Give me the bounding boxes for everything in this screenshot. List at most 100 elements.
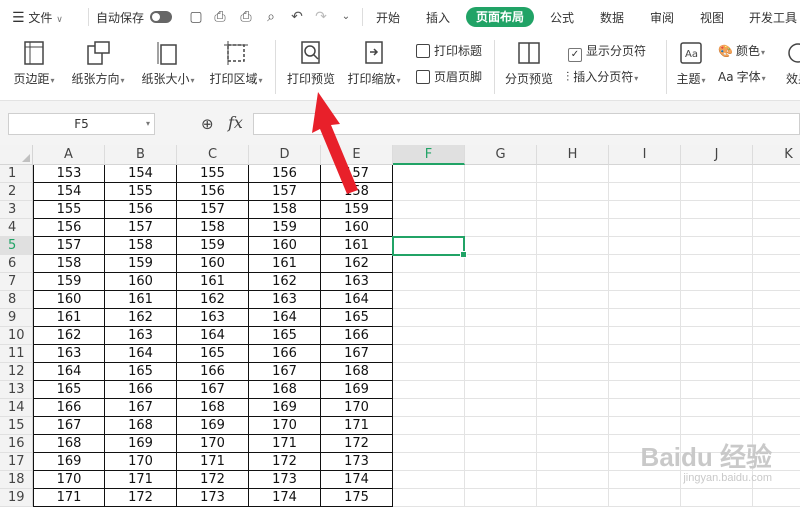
column-header[interactable]: G (465, 145, 537, 165)
table-cell[interactable] (465, 237, 537, 255)
table-cell[interactable] (753, 309, 800, 327)
table-cell[interactable]: 169 (321, 381, 393, 399)
table-cell[interactable] (753, 489, 800, 507)
table-cell[interactable] (465, 345, 537, 363)
table-cell[interactable]: 167 (321, 345, 393, 363)
save-icon[interactable]: ▢ (188, 9, 204, 25)
table-cell[interactable]: 164 (321, 291, 393, 309)
table-cell[interactable]: 164 (105, 345, 177, 363)
tab-view[interactable]: 视图 (700, 9, 724, 26)
table-cell[interactable] (681, 165, 753, 183)
autosave-toggle[interactable] (150, 11, 172, 23)
table-cell[interactable]: 169 (177, 417, 249, 435)
print-icon[interactable]: ⎙ (238, 9, 254, 25)
table-cell[interactable] (753, 201, 800, 219)
table-cell[interactable]: 157 (33, 237, 105, 255)
table-cell[interactable]: 160 (177, 255, 249, 273)
table-cell[interactable]: 171 (33, 489, 105, 507)
table-cell[interactable] (609, 219, 681, 237)
column-header[interactable]: J (681, 145, 753, 165)
table-cell[interactable] (537, 435, 609, 453)
table-cell[interactable]: 163 (177, 309, 249, 327)
row-header[interactable]: 3 (0, 201, 33, 219)
table-cell[interactable] (465, 201, 537, 219)
zoom-icon[interactable]: ⊕ (201, 115, 214, 133)
table-cell[interactable]: 166 (321, 327, 393, 345)
table-cell[interactable]: 155 (105, 183, 177, 201)
table-cell[interactable] (609, 201, 681, 219)
row-header[interactable]: 10 (0, 327, 33, 345)
table-cell[interactable] (753, 381, 800, 399)
table-cell[interactable] (609, 399, 681, 417)
table-cell[interactable]: 174 (249, 489, 321, 507)
table-cell[interactable]: 175 (321, 489, 393, 507)
table-cell[interactable] (681, 345, 753, 363)
table-cell[interactable] (537, 291, 609, 309)
table-cell[interactable] (609, 255, 681, 273)
column-header[interactable]: B (105, 145, 177, 165)
table-cell[interactable]: 155 (33, 201, 105, 219)
table-cell[interactable] (681, 255, 753, 273)
row-header[interactable]: 14 (0, 399, 33, 417)
table-cell[interactable]: 164 (177, 327, 249, 345)
table-cell[interactable]: 171 (321, 417, 393, 435)
table-cell[interactable]: 173 (249, 471, 321, 489)
table-cell[interactable]: 174 (321, 471, 393, 489)
table-cell[interactable]: 168 (33, 435, 105, 453)
table-cell[interactable]: 172 (321, 435, 393, 453)
table-cell[interactable]: 153 (33, 165, 105, 183)
table-cell[interactable] (681, 291, 753, 309)
table-cell[interactable] (465, 399, 537, 417)
table-cell[interactable] (537, 183, 609, 201)
show-page-breaks-checkbox[interactable]: ✓ 显示分页符 (568, 42, 646, 62)
table-cell[interactable]: 159 (33, 273, 105, 291)
print-area-button[interactable]: 打印区域▾ (204, 40, 268, 87)
table-cell[interactable] (753, 183, 800, 201)
page-break-preview-button[interactable]: 分页预览 (500, 40, 558, 87)
table-cell[interactable] (609, 291, 681, 309)
tab-home[interactable]: 开始 (376, 9, 400, 26)
table-cell[interactable] (393, 471, 465, 489)
table-cell[interactable] (465, 291, 537, 309)
undo-icon[interactable]: ↶ (289, 9, 305, 25)
print-preview-quick-icon[interactable]: ⌕ (263, 9, 279, 25)
table-cell[interactable]: 170 (321, 399, 393, 417)
table-cell[interactable] (681, 363, 753, 381)
row-header[interactable]: 8 (0, 291, 33, 309)
table-cell[interactable] (681, 327, 753, 345)
print-titles-button[interactable]: 打印标题 (416, 42, 482, 59)
table-cell[interactable] (609, 309, 681, 327)
table-cell[interactable] (393, 327, 465, 345)
table-cell[interactable] (681, 237, 753, 255)
table-cell[interactable]: 166 (249, 345, 321, 363)
table-cell[interactable] (537, 399, 609, 417)
table-cell[interactable]: 158 (177, 219, 249, 237)
table-cell[interactable] (537, 201, 609, 219)
header-footer-button[interactable]: 页眉页脚 (416, 68, 482, 85)
table-cell[interactable] (681, 183, 753, 201)
table-cell[interactable] (393, 453, 465, 471)
table-cell[interactable] (609, 183, 681, 201)
table-cell[interactable]: 156 (33, 219, 105, 237)
row-header[interactable]: 6 (0, 255, 33, 273)
table-cell[interactable] (609, 273, 681, 291)
table-cell[interactable]: 168 (177, 399, 249, 417)
row-header[interactable]: 1 (0, 165, 33, 183)
table-cell[interactable]: 162 (177, 291, 249, 309)
print-scale-button[interactable]: 打印缩放▾ (342, 40, 406, 87)
table-cell[interactable]: 172 (105, 489, 177, 507)
row-header[interactable]: 16 (0, 435, 33, 453)
table-cell[interactable] (537, 309, 609, 327)
table-cell[interactable] (681, 399, 753, 417)
table-cell[interactable] (465, 453, 537, 471)
table-cell[interactable]: 170 (33, 471, 105, 489)
export-icon[interactable]: ⎙ (212, 9, 228, 25)
table-cell[interactable]: 165 (105, 363, 177, 381)
table-cell[interactable] (465, 435, 537, 453)
table-cell[interactable]: 159 (321, 201, 393, 219)
table-cell[interactable]: 159 (105, 255, 177, 273)
table-cell[interactable] (681, 417, 753, 435)
table-cell[interactable] (537, 273, 609, 291)
table-cell[interactable] (393, 417, 465, 435)
row-header[interactable]: 4 (0, 219, 33, 237)
